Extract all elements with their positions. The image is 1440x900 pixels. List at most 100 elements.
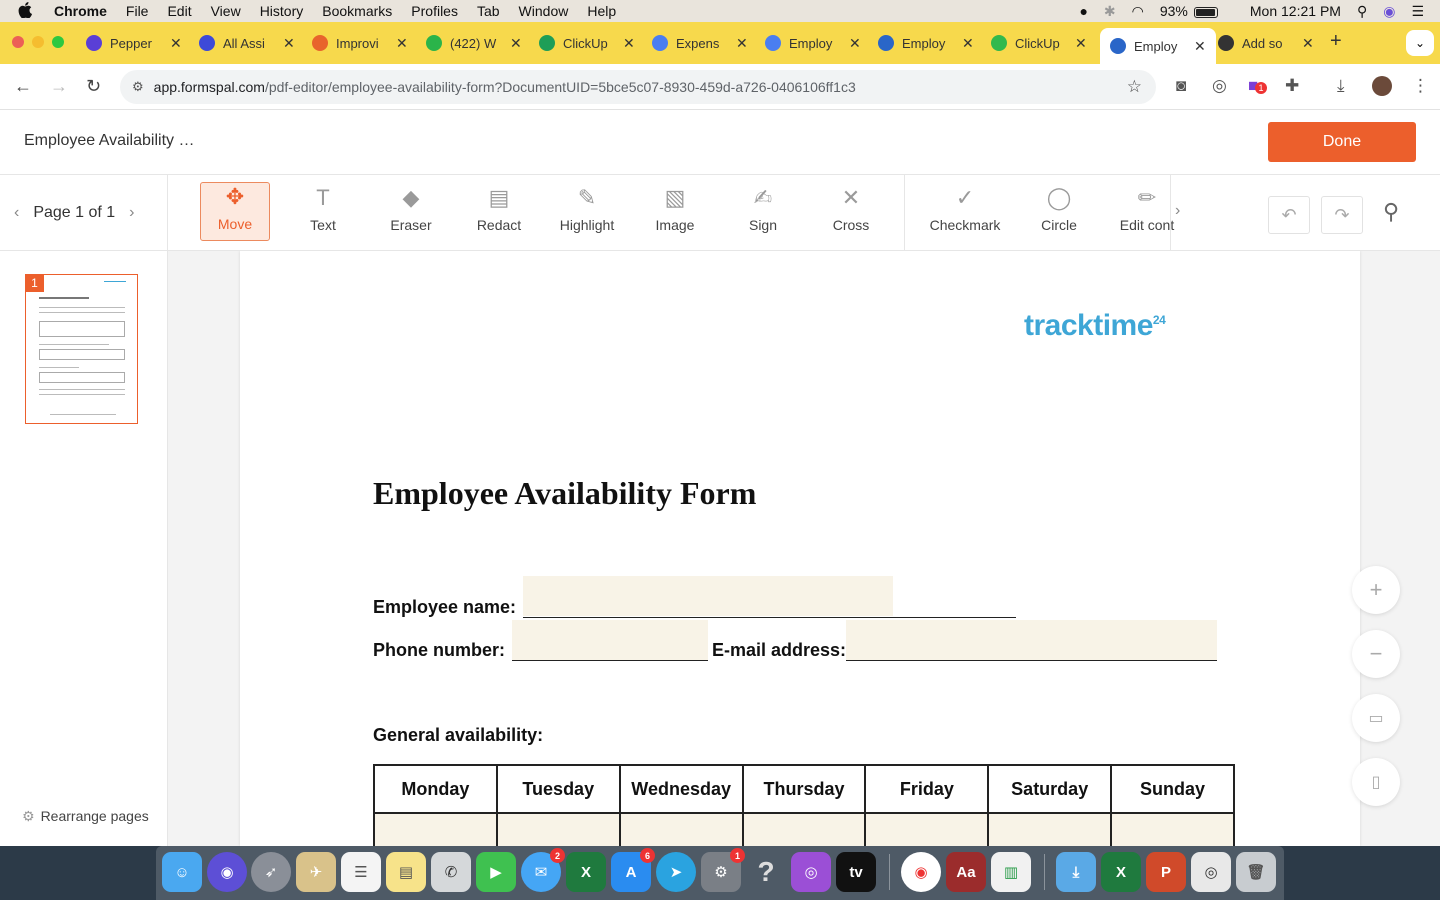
- tool-circle-button[interactable]: ◯ Circle: [1024, 182, 1094, 241]
- more-tools-icon[interactable]: ›: [1175, 202, 1180, 220]
- menu-history[interactable]: History: [260, 3, 304, 19]
- tab-close-icon[interactable]: ✕: [736, 35, 748, 52]
- tab-close-icon[interactable]: ✕: [849, 35, 861, 52]
- menu-tab[interactable]: Tab: [477, 3, 500, 19]
- document-title[interactable]: Employee Availability …: [24, 132, 194, 150]
- tool-redact-button[interactable]: ▤ Redact: [464, 182, 534, 241]
- podcasts-icon[interactable]: ◎: [791, 852, 831, 892]
- downloads-icon[interactable]: ⤓: [1337, 76, 1345, 96]
- thursday-field[interactable]: [741, 812, 867, 846]
- menu-profiles[interactable]: Profiles: [411, 3, 458, 19]
- reminders-icon[interactable]: ☰: [341, 852, 381, 892]
- menu-chrome[interactable]: Chrome: [54, 3, 107, 19]
- menu-view[interactable]: View: [211, 3, 241, 19]
- notes-icon[interactable]: ▤: [386, 852, 426, 892]
- tab-close-icon[interactable]: ✕: [170, 35, 182, 52]
- system-settings-icon[interactable]: ⚙ 1: [701, 848, 745, 892]
- bluetooth-icon[interactable]: ✱: [1104, 3, 1116, 20]
- new-tab-button[interactable]: +: [1330, 30, 1342, 53]
- window-zoom-button[interactable]: [52, 36, 64, 48]
- tool-eraser-button[interactable]: ◆ Eraser: [376, 182, 446, 241]
- tool-image-button[interactable]: ▧ Image: [640, 182, 710, 241]
- messages-icon[interactable]: ✉ 2: [521, 848, 565, 892]
- sunday-field[interactable]: [1110, 812, 1235, 846]
- chrome-icon[interactable]: ◉: [901, 852, 941, 892]
- help-question-icon[interactable]: ?: [746, 852, 786, 892]
- zoom-in-button[interactable]: +: [1352, 566, 1400, 614]
- browser-tab[interactable]: Employ ✕: [1100, 28, 1216, 64]
- menu-help[interactable]: Help: [587, 3, 616, 19]
- menu-window[interactable]: Window: [519, 3, 569, 19]
- tool-edit-cont-button[interactable]: ✏ Edit cont: [1112, 182, 1182, 241]
- chrome-menu-icon[interactable]: ⋮: [1412, 76, 1429, 96]
- browser-tab[interactable]: Expens ✕: [652, 30, 748, 56]
- fit-page-button[interactable]: ▯: [1352, 758, 1400, 806]
- tool-cross-button[interactable]: ✕ Cross: [816, 182, 886, 241]
- browser-tab[interactable]: ClickUp ✕: [539, 30, 635, 56]
- back-icon[interactable]: ←: [14, 76, 32, 97]
- browser-tab[interactable]: Employ ✕: [878, 30, 974, 56]
- forward-icon[interactable]: →: [50, 76, 68, 97]
- launchpad-icon[interactable]: ➶: [251, 852, 291, 892]
- phone-number-field[interactable]: [512, 620, 708, 660]
- profile-avatar[interactable]: [1372, 76, 1392, 96]
- extension-badge-icon[interactable]: ■ 1: [1248, 76, 1267, 96]
- excel-icon[interactable]: X: [566, 852, 606, 892]
- browser-tab[interactable]: Add so ✕: [1218, 30, 1314, 56]
- saturday-field[interactable]: [987, 812, 1113, 846]
- browser-tab[interactable]: All Assi ✕: [199, 30, 295, 56]
- battery-icon[interactable]: [1193, 3, 1234, 19]
- fit-width-button[interactable]: ▭: [1352, 694, 1400, 742]
- siri-dock-icon[interactable]: ◉: [207, 852, 247, 892]
- downloads-folder-icon[interactable]: ⤓: [1056, 852, 1096, 892]
- browser-tab[interactable]: (422) W ✕: [426, 30, 522, 56]
- tool-move-button[interactable]: ✥ Move: [200, 182, 270, 241]
- siri-icon[interactable]: ◉: [1383, 3, 1395, 20]
- tab-close-icon[interactable]: ✕: [962, 35, 974, 52]
- redo-button[interactable]: ↷: [1321, 196, 1363, 234]
- reload-icon[interactable]: ↻: [86, 76, 101, 97]
- tab-close-icon[interactable]: ✕: [623, 35, 635, 52]
- trash-icon[interactable]: 🗑: [1236, 852, 1276, 892]
- extensions-puzzle-icon[interactable]: ✚: [1285, 76, 1299, 96]
- powerpoint-document-icon[interactable]: P: [1146, 852, 1186, 892]
- page-thumbnail[interactable]: 1: [25, 274, 138, 424]
- grammarly-extension-icon[interactable]: ◎: [1212, 76, 1227, 96]
- whatsapp-icon[interactable]: ✆: [431, 852, 471, 892]
- url-text[interactable]: app.formspal.com/pdf-editor/employee-ava…: [154, 79, 856, 95]
- tab-close-icon[interactable]: ✕: [1075, 35, 1087, 52]
- browser-tab[interactable]: Pepper ✕: [86, 30, 182, 56]
- grammarly-status-icon[interactable]: ●: [1079, 3, 1087, 19]
- apple-menu-icon[interactable]: [18, 1, 38, 21]
- tool-checkmark-button[interactable]: ✓ Checkmark: [926, 182, 1004, 241]
- tab-search-button[interactable]: ⌄: [1406, 30, 1434, 56]
- browser-tab[interactable]: ClickUp ✕: [991, 30, 1087, 56]
- dictionary-icon[interactable]: Aa: [946, 852, 986, 892]
- numbers-icon[interactable]: ▥: [991, 852, 1031, 892]
- tool-sign-button[interactable]: ✍ Sign: [728, 182, 798, 241]
- wifi-icon[interactable]: ◠: [1132, 3, 1144, 20]
- employee-name-field[interactable]: [523, 576, 893, 616]
- video-file-icon[interactable]: ◎: [1191, 852, 1231, 892]
- search-icon[interactable]: ⚲: [1383, 199, 1399, 225]
- telegram-icon[interactable]: ➤: [656, 852, 696, 892]
- tab-close-icon[interactable]: ✕: [283, 35, 295, 52]
- preview-icon[interactable]: ✈: [296, 852, 336, 892]
- bookmark-star-icon[interactable]: ☆: [1127, 77, 1142, 97]
- site-settings-icon[interactable]: ⚙: [132, 79, 144, 95]
- browser-tab[interactable]: Employ ✕: [765, 30, 861, 56]
- monday-field[interactable]: [373, 812, 498, 846]
- friday-field[interactable]: [864, 812, 990, 846]
- tuesday-field[interactable]: [495, 812, 621, 846]
- tab-close-icon[interactable]: ✕: [510, 35, 522, 52]
- spotlight-search-icon[interactable]: ⚲: [1357, 3, 1367, 20]
- window-minimize-button[interactable]: [32, 36, 44, 48]
- tab-close-icon[interactable]: ✕: [396, 35, 408, 52]
- next-page-icon[interactable]: ›: [129, 204, 134, 222]
- rearrange-pages-button[interactable]: ⚙ Rearrange pages: [22, 808, 149, 825]
- email-address-field[interactable]: [846, 620, 1217, 660]
- camera-icon[interactable]: ◙: [1176, 76, 1186, 96]
- finder-icon[interactable]: ☺: [162, 852, 202, 892]
- undo-button[interactable]: ↶: [1268, 196, 1310, 234]
- menu-edit[interactable]: Edit: [167, 3, 191, 19]
